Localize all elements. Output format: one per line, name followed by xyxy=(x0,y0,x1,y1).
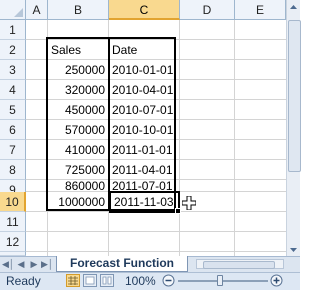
zoom-out-icon[interactable] xyxy=(162,274,175,287)
cross-cursor-icon xyxy=(182,196,196,210)
select-all-corner[interactable] xyxy=(0,0,26,20)
row-header-10[interactable]: 10 xyxy=(0,192,26,212)
row-header-6[interactable]: 6 xyxy=(0,120,26,140)
zoom-slider-thumb[interactable] xyxy=(217,275,223,286)
vertical-scroll-thumb[interactable] xyxy=(288,20,301,172)
first-sheet-icon[interactable]: ◀│ xyxy=(2,258,15,270)
select-all-triangle-icon xyxy=(14,8,23,17)
scroll-down-arrow-icon[interactable] xyxy=(288,244,299,256)
row-header-7[interactable]: 7 xyxy=(0,140,26,160)
table-column-divider xyxy=(108,37,110,211)
column-header-b[interactable]: B xyxy=(48,0,109,20)
row-header-1[interactable]: 1 xyxy=(0,20,26,40)
row-header-5[interactable]: 5 xyxy=(0,100,26,120)
page-layout-view-icon[interactable] xyxy=(83,274,97,287)
row-header-12[interactable]: 12 xyxy=(0,232,26,252)
zoom-slider-track[interactable] xyxy=(178,280,268,282)
gridline xyxy=(26,251,286,252)
row-header-2[interactable]: 2 xyxy=(0,40,26,60)
row-header-11[interactable]: 11 xyxy=(0,212,26,232)
page-break-preview-icon[interactable] xyxy=(100,274,114,287)
normal-view-icon[interactable] xyxy=(66,274,80,287)
last-sheet-icon[interactable]: ▶│ xyxy=(41,258,54,270)
zoom-in-icon[interactable] xyxy=(270,274,283,287)
next-sheet-icon[interactable]: ▶ xyxy=(28,258,40,270)
column-header-e[interactable]: E xyxy=(235,0,286,20)
row-header-3[interactable]: 3 xyxy=(0,60,26,80)
table-outline xyxy=(46,37,176,211)
column-header-d[interactable]: D xyxy=(180,0,235,20)
row-header-4[interactable]: 4 xyxy=(0,80,26,100)
status-ready: Ready xyxy=(6,274,41,288)
column-header-c[interactable]: C xyxy=(109,0,180,20)
scroll-up-arrow-icon[interactable] xyxy=(288,1,299,13)
sheet-tab-forecast-function[interactable]: Forecast Function xyxy=(56,256,188,272)
zoom-level[interactable]: 100% xyxy=(125,274,156,288)
active-cell-outline xyxy=(109,191,180,213)
horizontal-scrollbar[interactable] xyxy=(196,259,284,269)
gridline xyxy=(179,20,180,256)
row-header-8[interactable]: 8 xyxy=(0,160,26,180)
fill-handle[interactable] xyxy=(175,208,181,214)
gridline xyxy=(26,231,286,232)
gridline xyxy=(234,20,235,256)
prev-sheet-icon[interactable]: ◀ xyxy=(15,258,27,270)
horizontal-scroll-thumb[interactable] xyxy=(203,261,275,269)
vertical-scrollbar[interactable] xyxy=(286,0,301,258)
column-header-a[interactable]: A xyxy=(26,0,48,20)
